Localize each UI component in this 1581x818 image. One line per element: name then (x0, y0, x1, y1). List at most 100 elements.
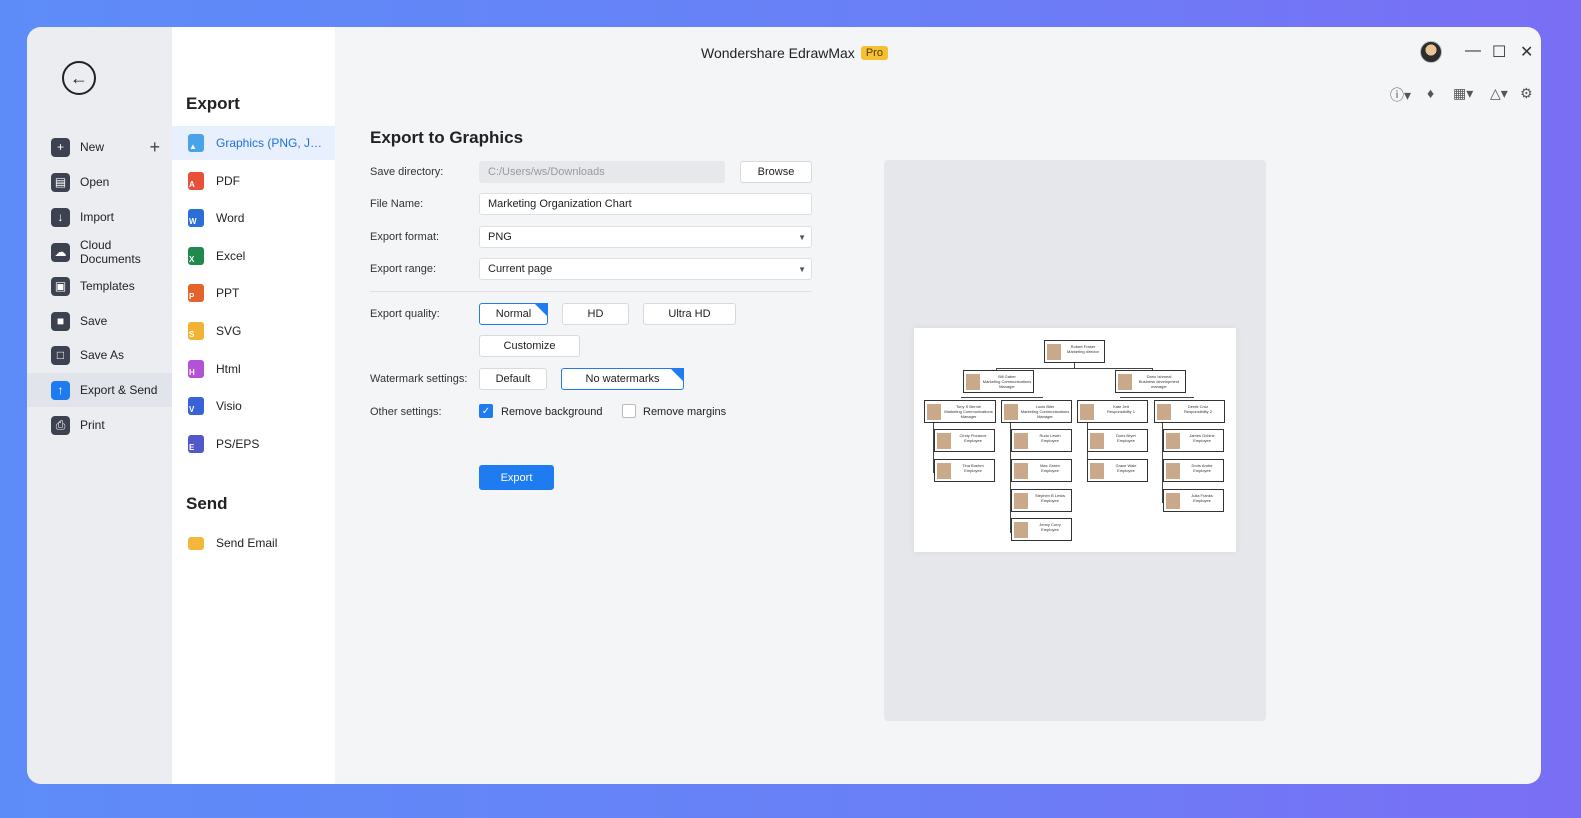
export-quality-label: Export quality: (370, 308, 440, 320)
org-node: Louis Biler Marketing Communications Mana… (1001, 400, 1072, 423)
divider (370, 291, 812, 292)
minimize-icon[interactable]: — (1465, 42, 1481, 60)
export-format-select[interactable]: PNG ▼ (479, 226, 812, 248)
person-photo (1014, 522, 1028, 538)
other-settings-label: Other settings: (370, 406, 442, 418)
export-range-select[interactable]: Current page ▼ (479, 258, 812, 280)
format-excel[interactable]: X Excel (172, 239, 335, 273)
email-icon (188, 536, 204, 550)
org-node: Bill Gaber Marketing Communications Manag… (963, 370, 1034, 393)
format-word[interactable]: W Word (172, 201, 335, 235)
org-node-text: Julia Franks Employee (1191, 493, 1213, 503)
save-directory-field[interactable]: C:/Users/ws/Downloads (479, 161, 725, 183)
maximize-icon[interactable]: ☐ (1492, 42, 1506, 62)
send-heading: Send (186, 494, 228, 513)
watermark-default-button[interactable]: Default (479, 368, 547, 390)
quality-hd-button[interactable]: HD (562, 303, 629, 325)
quality-ultra-hd-button[interactable]: Ultra HD (643, 303, 736, 325)
close-icon[interactable]: ✕ (1520, 42, 1533, 62)
person-photo (937, 433, 951, 449)
person-photo (927, 404, 941, 420)
pdf-file-icon: A (188, 172, 204, 190)
app-window: ← + New + ▤ Open ↓ Import ☁ Cloud Docume… (27, 27, 1541, 784)
nav-label: Print (80, 418, 105, 432)
quality-normal-button[interactable]: Normal (479, 303, 548, 325)
remove-background-checkbox[interactable]: ✓ (479, 404, 493, 418)
org-node-text: Dario Ishmeal Business development manage… (1138, 374, 1180, 389)
watermark-none-button[interactable]: No watermarks (561, 368, 684, 390)
svg-file-icon: S (188, 322, 204, 340)
avatar[interactable] (1420, 41, 1442, 63)
org-node: Cindy Florance Employee (934, 429, 995, 452)
format-label: Graphics (PNG, JPG et... (216, 136, 328, 150)
back-arrow-icon[interactable]: ← (62, 61, 96, 95)
nav-new[interactable]: + New + (27, 130, 172, 164)
nav-open[interactable]: ▤ Open (27, 165, 172, 199)
send-email[interactable]: Send Email (172, 526, 335, 560)
format-html[interactable]: H Html (172, 352, 335, 386)
format-ps-eps[interactable]: E PS/EPS (172, 427, 335, 461)
org-node: Grace Wale Employee (1087, 459, 1148, 482)
format-visio[interactable]: V Visio (172, 389, 335, 423)
person-photo (1090, 463, 1104, 479)
nav-cloud-documents[interactable]: ☁ Cloud Documents (27, 235, 172, 269)
customize-button[interactable]: Customize (479, 335, 580, 357)
nav-label: Export & Send (80, 383, 158, 397)
connector-line (1120, 397, 1194, 398)
format-svg[interactable]: S SVG (172, 314, 335, 348)
org-node-text: Tony S Bernie Marketing Communications Ma… (944, 404, 993, 419)
shirt-icon[interactable]: △▾ (1490, 85, 1508, 102)
org-node: Max Green Employee (1011, 459, 1072, 482)
org-node-text: Derek Cruz Responsibility 2 (1183, 404, 1212, 414)
person-photo (1166, 433, 1180, 449)
ppt-file-icon: P (188, 284, 204, 302)
format-pdf[interactable]: A PDF (172, 164, 335, 198)
print-icon: ⎙ (51, 415, 70, 435)
save-directory-value: C:/Users/ws/Downloads (488, 166, 605, 178)
format-ppt[interactable]: P PPT (172, 276, 335, 310)
format-label: Word (216, 211, 245, 225)
file-name-field[interactable]: Marketing Organization Chart (479, 193, 812, 215)
export-range-label: Export range: (370, 263, 437, 275)
export-button[interactable]: Export (479, 465, 554, 490)
nav-import[interactable]: ↓ Import (27, 200, 172, 234)
org-node: Robert Fraser Marketing director (1044, 340, 1105, 363)
plus-square-icon: + (51, 137, 70, 157)
html-file-icon: H (188, 360, 204, 378)
org-node-text: Bill Gaber Marketing Communications Manag… (982, 374, 1032, 389)
org-node: Derek Cruz Responsibility 2 (1154, 400, 1225, 423)
format-label: Excel (216, 249, 246, 263)
file-name-value: Marketing Organization Chart (488, 198, 632, 210)
format-label: SVG (216, 324, 242, 338)
format-label: PDF (216, 174, 240, 188)
org-node-text: Kate Jett Responsibility 1 (1106, 404, 1135, 414)
send-email-label: Send Email (216, 536, 278, 550)
save-icon: ■ (51, 311, 70, 331)
import-icon: ↓ (51, 207, 70, 227)
add-icon[interactable]: + (149, 137, 160, 158)
apps-icon[interactable]: ▦▾ (1453, 85, 1473, 102)
export-heading: Export (186, 94, 240, 113)
org-node: Jenny Curry Employee (1011, 518, 1072, 541)
gear-icon[interactable]: ⚙ (1520, 85, 1533, 102)
eps-file-icon: E (188, 435, 204, 453)
nav-export-send[interactable]: ↑ Export & Send (27, 373, 172, 407)
person-photo (966, 374, 980, 390)
help-icon[interactable]: ⓘ▾ (1390, 85, 1411, 105)
org-node-text: Max Green Employee (1040, 463, 1060, 473)
nav-templates[interactable]: ▣ Templates (27, 269, 172, 303)
bell-icon[interactable]: ♦ (1427, 85, 1434, 101)
format-graphics[interactable]: ▲ Graphics (PNG, JPG et... (172, 126, 335, 160)
nav-label: New (80, 140, 105, 154)
remove-margins-checkbox[interactable] (622, 404, 636, 418)
visio-file-icon: V (188, 397, 204, 415)
org-node-text: Tina Boehm Employee (962, 463, 984, 473)
browse-button[interactable]: Browse (740, 161, 812, 183)
nav-print[interactable]: ⎙ Print (27, 408, 172, 442)
org-node: Rudo Lewin Employee (1011, 429, 1072, 452)
person-photo (1166, 463, 1180, 479)
nav-save-as[interactable]: □ Save As (27, 338, 172, 372)
nav-save[interactable]: ■ Save (27, 304, 172, 338)
export-range-value: Current page (488, 263, 553, 275)
org-node: Doris Andre Employee (1163, 459, 1224, 482)
